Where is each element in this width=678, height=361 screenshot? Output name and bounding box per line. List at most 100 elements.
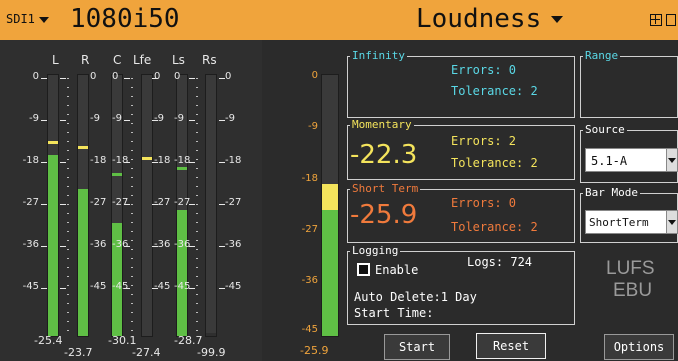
start-button[interactable]: Start: [384, 334, 450, 360]
scale-tick-label: -45: [154, 281, 171, 292]
bar-mode-dropdown[interactable]: ShortTerm: [585, 210, 678, 234]
bar-mode-panel: Bar Mode ShortTerm: [580, 186, 678, 243]
channel-value-rs: -99.9: [197, 346, 226, 359]
scale-tick-mark: [124, 288, 130, 289]
loudness-fill-yellow: [322, 184, 338, 210]
logs-count: Logs: 724: [467, 255, 533, 269]
loudness-tick-label: -18: [301, 173, 318, 184]
bar-mode-title: Bar Mode: [583, 186, 640, 199]
momentary-value: -22.3: [350, 140, 418, 170]
enable-checkbox[interactable]: [357, 263, 370, 276]
input-selector[interactable]: SDI1: [6, 12, 49, 26]
scale-tick-mark: [219, 204, 225, 205]
scale-tick-label: -45: [225, 281, 242, 292]
source-dropdown[interactable]: 5.1-A: [585, 148, 678, 172]
momentary-panel: Momentary -22.3 Errors: 2 Tolerance: 2: [347, 118, 575, 180]
scale-tick-label: -36: [154, 239, 171, 250]
channel-value-r: -23.7: [64, 346, 93, 359]
channel-meter-bar: [77, 74, 89, 337]
scale-tick-mark: [41, 204, 47, 205]
channel-label-ls: Ls: [172, 53, 185, 67]
channel-label-rs: Rs: [202, 53, 217, 67]
bar-mode-selected: ShortTerm: [589, 216, 649, 229]
scale-tick-mark: [189, 204, 195, 205]
scale-tick-label: -9: [90, 113, 100, 124]
channel-label-lfe: Lfe: [133, 53, 152, 67]
channel-meter-bar: [205, 74, 217, 337]
channel-meter-bar: [47, 74, 59, 337]
reset-button[interactable]: Reset: [476, 333, 546, 359]
scale-tick-mark: [189, 78, 195, 79]
infinity-title: Infinity: [350, 49, 407, 62]
scale-tick-mark: [219, 288, 225, 289]
loudness-tick-label: -45: [301, 324, 318, 335]
scale-tick-label: -45: [22, 281, 39, 292]
scale-tick-label: -9: [225, 113, 235, 124]
scale-tick-mark: [189, 120, 195, 121]
scale-tick-mark: [60, 120, 66, 121]
scale-tick-mark: [41, 120, 47, 121]
short-term-errors: Errors: 0: [451, 196, 517, 210]
scale-tick-mark: [152, 162, 158, 163]
scale-tick-mark: [60, 78, 66, 79]
scale-tick-label: 0: [112, 71, 119, 82]
scale-tick-mark: [124, 246, 130, 247]
scale-tick-label: -9: [29, 113, 39, 124]
units-ebu: EBU: [613, 280, 653, 301]
peak-marker: [112, 173, 122, 176]
dropdown-arrow-icon: [666, 211, 677, 233]
infinity-errors: Errors: 0: [451, 63, 517, 77]
input-label: SDI1: [6, 12, 35, 26]
page-title-selector[interactable]: Loudness: [416, 4, 564, 34]
scale-tick-label: -36: [225, 239, 242, 250]
scale-tick-label: -36: [174, 239, 191, 250]
scale-tick-mark: [60, 204, 66, 205]
scale-tick-label: -27: [112, 197, 129, 208]
scale-tick-mark: [219, 162, 225, 163]
scale-dots: [67, 78, 69, 336]
chevron-down-icon: [38, 16, 49, 23]
momentary-tolerance: Tolerance: 2: [451, 156, 538, 170]
scale-tick-label: -36: [22, 239, 39, 250]
scale-tick-label: -45: [112, 281, 129, 292]
scale-tick-label: -18: [90, 155, 107, 166]
scale-tick-mark: [124, 204, 130, 205]
channel-value-l: -25.4: [34, 334, 63, 347]
loudness-tick-label: 0: [311, 70, 318, 81]
scale-tick-mark: [152, 204, 158, 205]
peak-marker: [48, 141, 58, 144]
loudness-tick-label: -36: [301, 275, 318, 286]
scale-tick-mark: [41, 288, 47, 289]
scale-tick-mark: [124, 78, 130, 79]
scale-tick-label: 0: [90, 71, 97, 82]
channel-label-l: L: [52, 53, 59, 67]
auto-delete-setting: Auto Delete:1 Day: [354, 290, 477, 304]
scale-tick-label: -27: [225, 197, 242, 208]
scale-tick-mark: [41, 162, 47, 163]
scale-tick-mark: [124, 162, 130, 163]
page-title: Loudness: [416, 4, 542, 34]
infinity-tolerance: Tolerance: 2: [451, 84, 538, 98]
scale-tick-mark: [41, 246, 47, 247]
options-button[interactable]: Options: [604, 334, 674, 360]
scale-tick-label: -27: [90, 197, 107, 208]
units-lufs: LUFS: [606, 258, 655, 279]
loudness-meter-bar: [321, 74, 339, 337]
short-term-panel: Short Term -25.9 Errors: 0 Tolerance: 2: [347, 182, 575, 243]
loudness-fill-green: [322, 210, 338, 336]
tile-window-icon[interactable]: [650, 14, 662, 26]
scale-tick-mark: [152, 288, 158, 289]
scale-tick-mark: [124, 120, 130, 121]
dropdown-arrow-icon: [666, 149, 677, 171]
scale-tick-label: -36: [112, 239, 129, 250]
close-icon[interactable]: [666, 14, 676, 26]
scale-tick-mark: [189, 246, 195, 247]
chevron-down-icon: [551, 16, 564, 23]
channel-meter-bar: [141, 74, 153, 337]
scale-tick-label: -45: [90, 281, 107, 292]
short-term-value: -25.9: [350, 200, 418, 230]
peak-marker: [177, 167, 187, 170]
peak-marker: [206, 333, 216, 336]
scale-tick-label: 0: [225, 71, 232, 82]
scale-tick-mark: [41, 78, 47, 79]
